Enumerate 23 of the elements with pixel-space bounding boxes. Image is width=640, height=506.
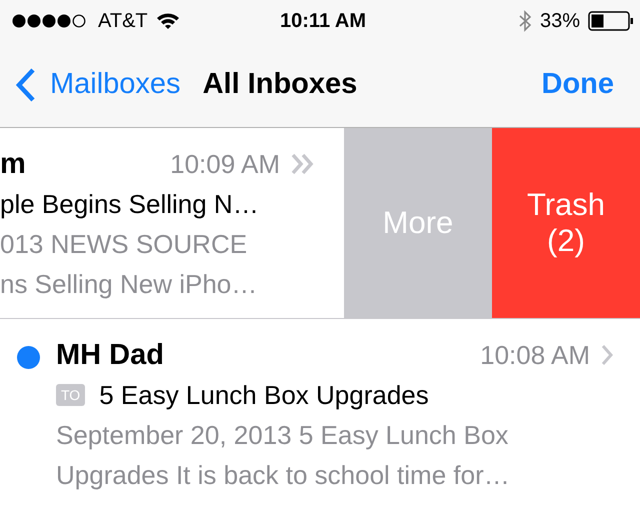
message-time: 10:08 AM	[480, 340, 590, 370]
nav-title: All Inboxes	[202, 68, 358, 101]
message-time: 10:09 AM	[170, 148, 280, 180]
wifi-icon	[156, 12, 180, 30]
bluetooth-icon	[518, 9, 532, 33]
sender: m	[0, 148, 27, 180]
preview-text: September 20, 2013 5 Easy Lunch Box	[56, 419, 510, 452]
battery-percent: 33%	[540, 10, 580, 32]
sender: MH Dad	[56, 338, 165, 372]
battery-icon	[588, 11, 634, 31]
trash-button[interactable]: Trash (2)	[492, 128, 640, 318]
preview-text: ns Selling New iPho…	[0, 268, 258, 301]
chevron-left-icon	[16, 68, 36, 102]
subject: 5 Easy Lunch Box Upgrades	[99, 380, 429, 410]
subject: ple Begins Selling N…	[0, 188, 259, 220]
back-button[interactable]: Mailboxes	[16, 68, 181, 102]
to-badge: TO	[56, 384, 86, 406]
preview-text: 013 NEWS SOURCE	[0, 228, 248, 261]
back-label[interactable]: Mailboxes	[50, 68, 181, 101]
preview-text: Upgrades It is back to school time for…	[56, 459, 511, 492]
done-button[interactable]: Done	[542, 68, 614, 101]
clock: 10:11 AM	[280, 10, 366, 32]
carrier: AT&T	[98, 10, 148, 32]
